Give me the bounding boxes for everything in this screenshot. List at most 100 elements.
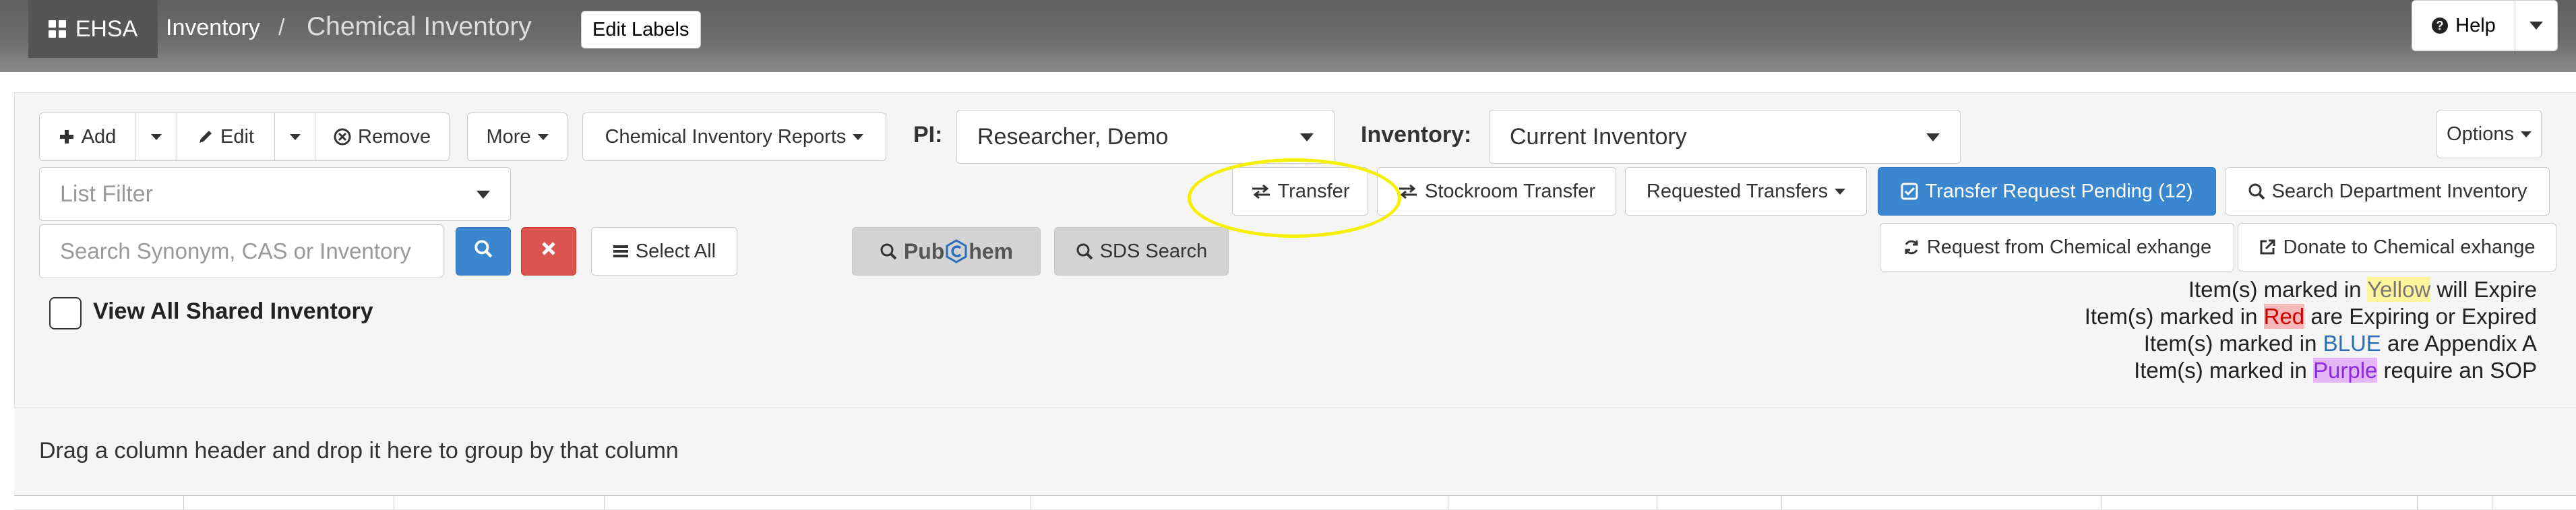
search-icon	[1076, 243, 1093, 260]
transfer-request-pending-button[interactable]: Transfer Request Pending (12)	[1878, 167, 2216, 216]
chemical-inventory-reports-button[interactable]: Chemical Inventory Reports	[582, 113, 886, 161]
more-label: More	[486, 125, 531, 148]
breadcrumb-separator: /	[278, 15, 285, 40]
legend-purple: Item(s) marked in Purple require an SOP	[2085, 357, 2537, 384]
legend-text: require an SOP	[2377, 358, 2537, 383]
help-label: Help	[2455, 14, 2496, 36]
sds-search-button[interactable]: SDS Search	[1054, 227, 1229, 276]
pubchem-suffix: hem	[969, 238, 1014, 263]
search-icon	[2248, 183, 2265, 200]
request-from-chemical-exchange-button[interactable]: Request from Chemical exhange	[1880, 223, 2234, 272]
chevron-down-icon	[150, 133, 162, 140]
chevron-down-icon	[1300, 133, 1314, 141]
edit-label: Edit	[220, 125, 254, 148]
legend-text: Item(s) marked in	[2143, 331, 2323, 356]
legend-text: Item(s) marked in	[2188, 277, 2368, 302]
page-title: Chemical Inventory	[307, 12, 532, 41]
pi-value: Researcher, Demo	[977, 123, 1169, 150]
chevron-down-icon	[1926, 133, 1940, 141]
search-department-label: Search Department Inventory	[2271, 180, 2527, 202]
pencil-icon	[197, 129, 214, 145]
legend-highlight: Red	[2263, 304, 2305, 329]
pubchem-prefix: Pub	[903, 238, 945, 263]
legend-text: Item(s) marked in	[2084, 304, 2264, 329]
help-dropdown-toggle[interactable]	[2515, 0, 2558, 51]
pubchem-logo-icon	[945, 239, 968, 263]
legend-red: Item(s) marked in Red are Expiring or Ex…	[2085, 303, 2537, 330]
requested-transfers-button[interactable]: Requested Transfers	[1625, 167, 1867, 216]
remove-button[interactable]: Remove	[315, 113, 450, 161]
donate-to-chemical-exchange-button[interactable]: Donate to Chemical exhange	[2238, 223, 2556, 272]
select-all-label: Select All	[635, 240, 716, 262]
search-department-inventory-button[interactable]: Search Department Inventory	[2225, 167, 2550, 216]
list-filter-placeholder: List Filter	[60, 181, 153, 207]
legend-text: are Expiring or Expired	[2304, 304, 2537, 329]
legend-blue: Item(s) marked in BLUE are Appendix A	[2085, 330, 2537, 357]
brand-label: EHSA	[75, 15, 138, 42]
chevron-down-icon	[853, 133, 864, 140]
clear-search-button[interactable]	[521, 227, 576, 276]
search-input[interactable]: Search Synonym, CAS or Inventory	[39, 224, 443, 278]
view-all-shared-checkbox[interactable]	[49, 297, 82, 329]
column-divider[interactable]	[1781, 496, 1782, 509]
help-group: ? Help	[2412, 0, 2558, 51]
column-divider[interactable]	[604, 496, 605, 509]
transfer-button[interactable]: Transfer	[1232, 167, 1368, 216]
edit-labels-button[interactable]: Edit Labels	[581, 11, 701, 49]
pi-label: PI:	[913, 122, 943, 148]
donate-to-exchange-label: Donate to Chemical exhange	[2283, 236, 2536, 258]
column-divider[interactable]	[2417, 496, 2418, 509]
chevron-down-icon	[1835, 188, 1846, 195]
inventory-label: Inventory:	[1361, 122, 1472, 148]
pubchem-button[interactable]: Pub hem	[852, 227, 1041, 276]
brand-home-link[interactable]: EHSA	[28, 0, 158, 58]
view-all-shared-label: View All Shared Inventory	[93, 298, 373, 324]
legend-highlight: Purple	[2312, 358, 2378, 383]
request-from-exchange-label: Request from Chemical exhange	[1926, 236, 2212, 258]
legend: Item(s) marked in Yellow will Expire Ite…	[2085, 276, 2537, 384]
stockroom-transfer-label: Stockroom Transfer	[1424, 180, 1596, 202]
chevron-down-icon	[477, 191, 490, 199]
reports-label: Chemical Inventory Reports	[605, 125, 847, 148]
transfer-label: Transfer	[1277, 180, 1350, 202]
question-circle-icon: ?	[2431, 17, 2449, 34]
grid-header-row	[14, 495, 2576, 509]
legend-highlight: Yellow	[2367, 277, 2431, 302]
stockroom-transfer-button[interactable]: Stockroom Transfer	[1377, 167, 1616, 216]
top-navbar: EHSA Inventory / Chemical Inventory Edit…	[0, 0, 2576, 72]
add-dropdown-toggle[interactable]	[135, 113, 177, 161]
help-button[interactable]: ? Help	[2412, 0, 2515, 51]
times-circle-icon	[334, 128, 351, 146]
chevron-down-icon	[537, 133, 549, 140]
select-all-button[interactable]: Select All	[591, 227, 737, 276]
search-placeholder: Search Synonym, CAS or Inventory	[60, 238, 411, 263]
chevron-down-icon	[289, 133, 301, 140]
options-button[interactable]: Options	[2436, 110, 2542, 158]
add-label: Add	[81, 125, 117, 148]
remove-label: Remove	[358, 125, 431, 148]
edit-dropdown-toggle[interactable]	[275, 113, 315, 161]
more-button[interactable]: More	[467, 113, 568, 161]
transfer-request-pending-label: Transfer Request Pending (12)	[1925, 180, 2193, 202]
sds-search-label: SDS Search	[1099, 240, 1208, 262]
options-label: Options	[2447, 123, 2514, 145]
chevron-down-icon	[2520, 131, 2532, 137]
column-divider[interactable]	[183, 496, 184, 509]
legend-yellow: Item(s) marked in Yellow will Expire	[2085, 276, 2537, 303]
group-by-hint: Drag a column header and drop it here to…	[39, 438, 679, 464]
search-icon	[474, 239, 493, 263]
refresh-icon	[1903, 238, 1920, 256]
search-button[interactable]	[456, 227, 511, 276]
legend-text: are Appendix A	[2381, 331, 2537, 356]
list-icon	[613, 244, 629, 259]
list-filter-select[interactable]: List Filter	[39, 167, 511, 221]
inventory-value: Current Inventory	[1510, 123, 1687, 150]
legend-highlight: BLUE	[2323, 331, 2381, 356]
inventory-select[interactable]: Current Inventory	[1489, 110, 1961, 164]
pi-select[interactable]: Researcher, Demo	[956, 110, 1335, 164]
add-button[interactable]: Add	[39, 113, 135, 161]
breadcrumb-inventory[interactable]: Inventory	[166, 15, 260, 41]
edit-button[interactable]: Edit	[177, 113, 275, 161]
exchange-icon	[1251, 183, 1271, 199]
exchange-icon	[1398, 183, 1418, 199]
